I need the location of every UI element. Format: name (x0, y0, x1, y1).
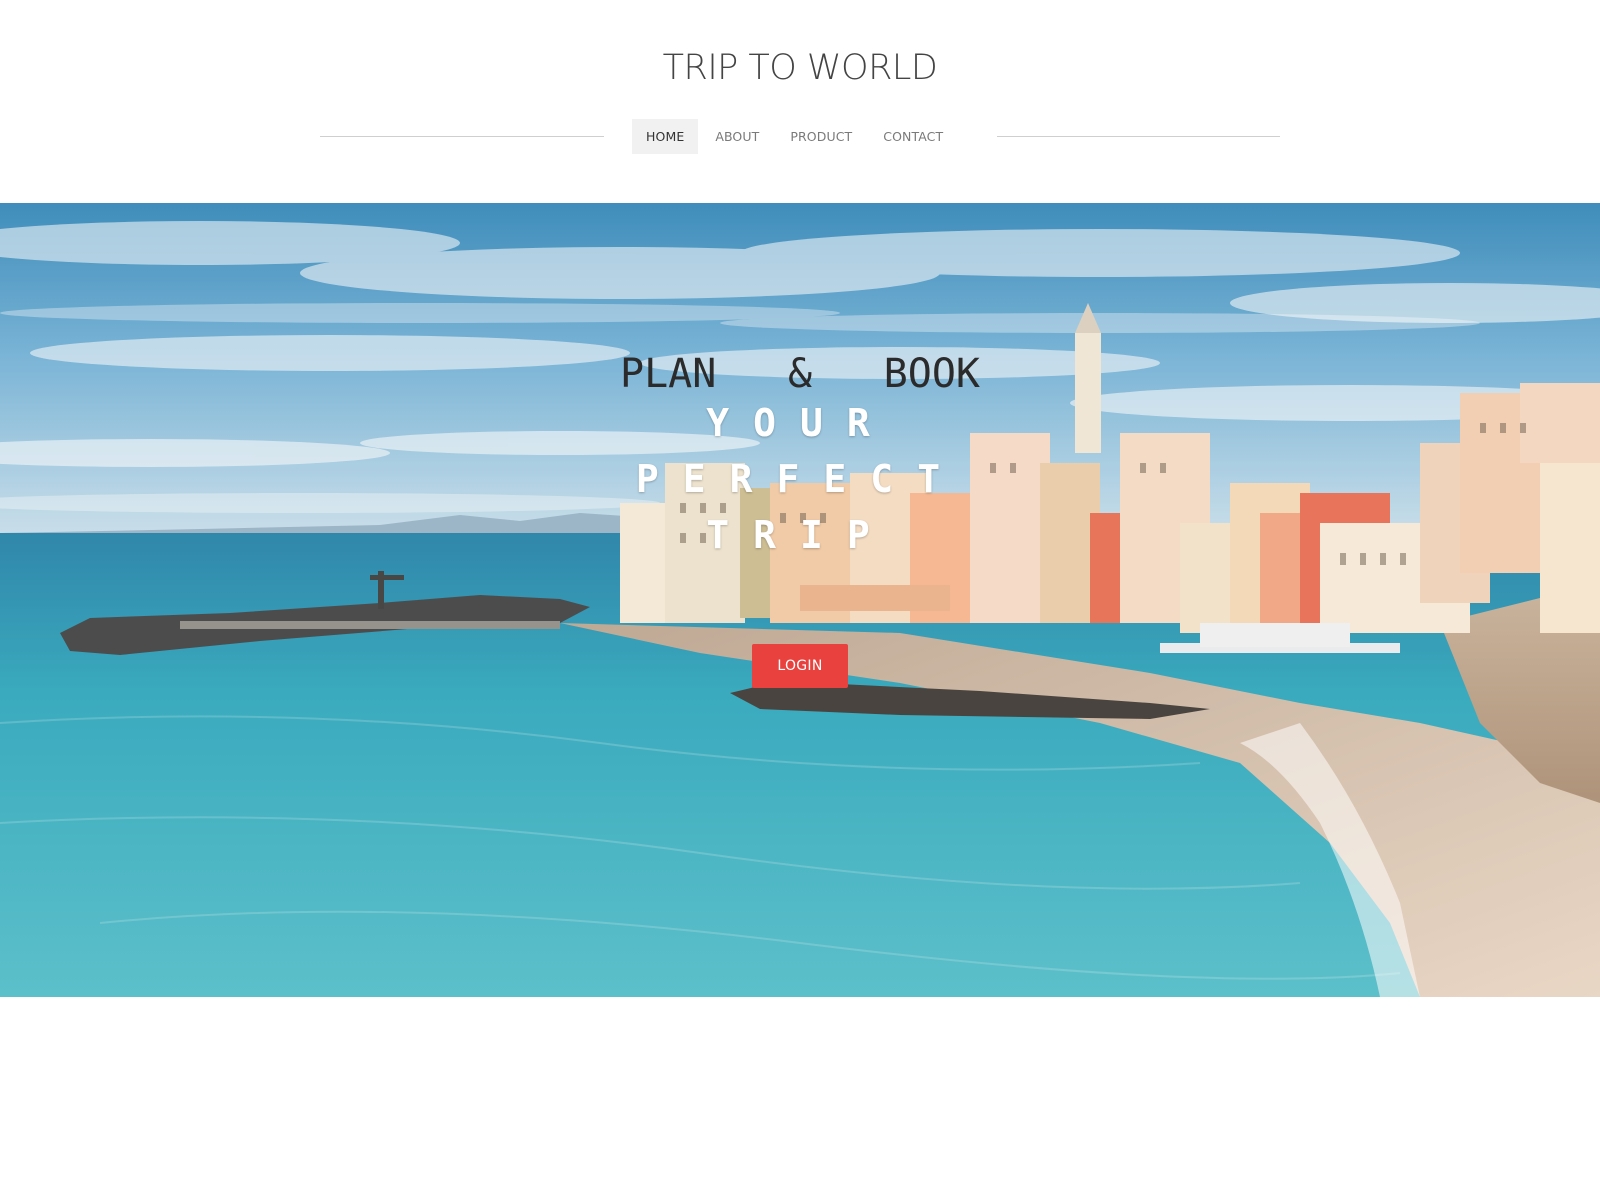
site-title[interactable]: TRIP TO WORLD (0, 48, 1600, 88)
headline-word-plan: PLAN (620, 351, 717, 397)
headline-word-book: BOOK (883, 351, 980, 397)
page: TRIP TO WORLD HOME ABOUT PRODUCT CONTACT (0, 0, 1600, 1200)
hero-section: PLAN & BOOK YOUR PERFECT TRIP LOGIN (0, 203, 1600, 997)
nav-item-home[interactable]: HOME (632, 119, 699, 154)
nav-divider-right (997, 136, 1280, 137)
nav-divider-left (320, 136, 604, 137)
headline-word-ampersand: & (787, 351, 813, 397)
login-button[interactable]: LOGIN (752, 644, 848, 688)
nav-menu: HOME ABOUT PRODUCT CONTACT (632, 119, 960, 154)
hero-headline-line2: YOUR PERFECT TRIP (635, 401, 965, 557)
nav-item-about[interactable]: ABOUT (701, 119, 773, 154)
main-nav: HOME ABOUT PRODUCT CONTACT (0, 119, 1600, 155)
hero-background-image (0, 203, 1600, 997)
nav-item-product[interactable]: PRODUCT (776, 119, 866, 154)
hero-headline-line1: PLAN & BOOK (620, 351, 980, 397)
nav-item-contact[interactable]: CONTACT (869, 119, 957, 154)
